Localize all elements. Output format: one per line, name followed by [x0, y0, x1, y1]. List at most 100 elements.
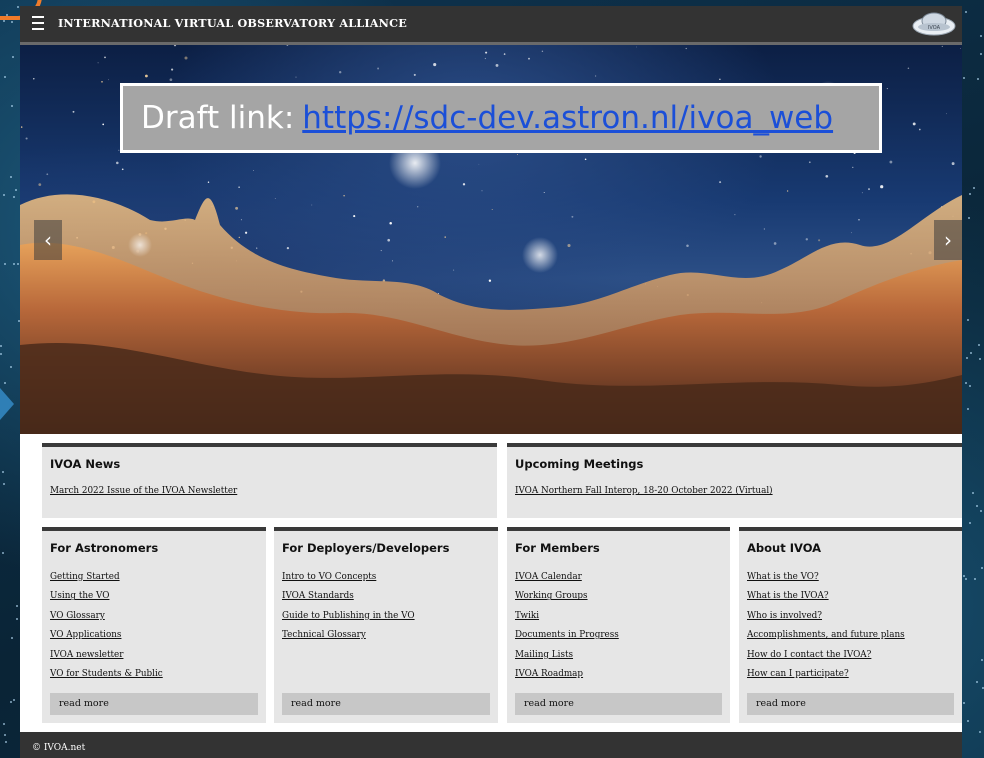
background-star — [971, 492, 974, 495]
background-star — [962, 575, 965, 578]
section-link[interactable]: Technical Glossary — [282, 630, 490, 649]
star — [413, 73, 416, 76]
star — [517, 154, 518, 156]
section-link[interactable]: Getting Started — [50, 572, 258, 591]
star — [825, 174, 829, 178]
section-link[interactable]: VO Applications — [50, 630, 258, 649]
section-link[interactable]: IVOA Standards — [282, 591, 490, 610]
read-more-button[interactable]: read more — [515, 693, 722, 715]
star — [858, 218, 860, 221]
star — [104, 56, 106, 59]
meetings-link[interactable]: IVOA Northern Fall Interop, 18-20 Octobe… — [515, 486, 954, 496]
star — [38, 183, 42, 186]
hamburger-icon[interactable] — [32, 16, 44, 30]
hero-carousel: Draft link: https://sdc-dev.astron.nl/iv… — [20, 45, 962, 434]
star — [391, 260, 394, 262]
site-title[interactable]: INTERNATIONAL VIRTUAL OBSERVATORY ALLIAN… — [58, 16, 407, 30]
section-card-astronomers: For Astronomers Getting Started Using th… — [42, 527, 266, 723]
section-link[interactable]: Using the VO — [50, 591, 258, 610]
news-title: IVOA News — [50, 457, 121, 471]
star — [805, 238, 808, 241]
ivoa-logo[interactable]: IVOA — [912, 10, 956, 38]
star — [444, 236, 446, 238]
section-title: For Astronomers — [50, 541, 159, 555]
star — [818, 239, 821, 242]
star — [102, 123, 105, 126]
star — [171, 68, 174, 71]
star — [685, 47, 687, 50]
star — [25, 137, 28, 140]
background-star — [3, 734, 6, 737]
star — [417, 206, 419, 208]
star — [33, 78, 35, 80]
read-more-button[interactable]: read more — [50, 693, 258, 715]
section-link[interactable]: Twiki — [515, 611, 722, 630]
star — [253, 170, 254, 171]
draft-link-url[interactable]: https://sdc-dev.astron.nl/ivoa_web — [302, 100, 833, 136]
star — [528, 57, 530, 60]
section-link[interactable]: What is the VO? — [747, 572, 954, 591]
section-link[interactable]: Working Groups — [515, 591, 722, 610]
svg-text:IVOA: IVOA — [928, 25, 941, 31]
star — [235, 206, 239, 210]
section-link[interactable]: How do I contact the IVOA? — [747, 650, 954, 669]
star — [121, 168, 124, 171]
background-star — [978, 731, 981, 733]
section-title: About IVOA — [747, 541, 822, 555]
section-link[interactable]: IVOA Calendar — [515, 572, 722, 591]
star — [484, 57, 487, 60]
section-link[interactable]: How can I participate? — [747, 669, 954, 688]
read-more-button[interactable]: read more — [282, 693, 490, 715]
section-links: Intro to VO Concepts IVOA Standards Guid… — [282, 572, 490, 650]
section-link[interactable]: Documents in Progress — [515, 630, 722, 649]
star — [907, 67, 910, 69]
section-links: What is the VO? What is the IVOA? Who is… — [747, 572, 954, 688]
star — [594, 75, 597, 77]
background-star — [981, 686, 984, 689]
star — [343, 195, 345, 197]
carousel-next-button[interactable]: › — [934, 220, 962, 260]
meetings-title: Upcoming Meetings — [515, 457, 644, 471]
star — [868, 188, 870, 191]
star — [274, 198, 276, 199]
star — [773, 242, 777, 245]
section-link[interactable]: IVOA Roadmap — [515, 669, 722, 688]
section-card-members: For Members IVOA Calendar Working Groups… — [507, 527, 730, 723]
star — [485, 51, 488, 54]
news-card: IVOA News March 2022 Issue of the IVOA N… — [42, 443, 497, 518]
news-link[interactable]: March 2022 Issue of the IVOA Newsletter — [50, 486, 489, 496]
section-card-about: About IVOA What is the VO? What is the I… — [739, 527, 962, 723]
star — [389, 222, 392, 225]
section-link[interactable]: IVOA newsletter — [50, 650, 258, 669]
star — [763, 228, 766, 230]
star — [72, 110, 75, 113]
section-link[interactable]: Guide to Publishing in the VO — [282, 611, 490, 630]
star — [719, 78, 721, 80]
section-card-developers: For Deployers/Developers Intro to VO Con… — [274, 527, 498, 723]
section-link[interactable]: Accomplishments, and future plans — [747, 630, 954, 649]
section-link[interactable]: Who is involved? — [747, 611, 954, 630]
star — [377, 67, 380, 70]
draft-link-banner: Draft link: https://sdc-dev.astron.nl/iv… — [120, 83, 882, 153]
section-links: Getting Started Using the VO VO Glossary… — [50, 572, 258, 688]
star — [495, 63, 499, 67]
star — [734, 214, 736, 216]
star — [636, 46, 637, 48]
background-star — [12, 262, 15, 265]
star — [169, 78, 173, 82]
star — [941, 45, 943, 47]
star — [20, 126, 23, 128]
background-star — [15, 617, 18, 620]
star — [861, 192, 863, 194]
copyright-text: © IVOA.net — [32, 743, 86, 753]
carousel-prev-button[interactable]: ‹ — [34, 220, 62, 260]
section-link[interactable]: VO for Students & Public — [50, 669, 258, 688]
section-link[interactable]: VO Glossary — [50, 611, 258, 630]
read-more-button[interactable]: read more — [747, 693, 954, 715]
section-link[interactable]: What is the IVOA? — [747, 591, 954, 610]
section-link[interactable]: Intro to VO Concepts — [282, 572, 490, 591]
star — [912, 122, 916, 126]
meetings-card: Upcoming Meetings IVOA Northern Fall Int… — [507, 443, 962, 518]
star — [946, 113, 947, 115]
section-link[interactable]: Mailing Lists — [515, 650, 722, 669]
